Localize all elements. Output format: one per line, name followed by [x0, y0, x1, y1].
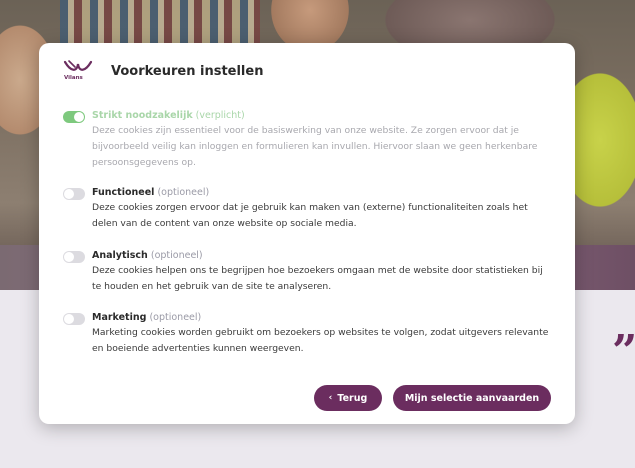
- toggle-knob: [64, 314, 74, 324]
- toggle-knob: [64, 189, 74, 199]
- option-heading: Functioneel (optioneel): [92, 186, 552, 199]
- option-tag: (verplicht): [196, 110, 245, 121]
- option-name: Strikt noodzakelijk: [92, 110, 193, 121]
- toggle-marketing[interactable]: [63, 313, 85, 325]
- back-button-label: Terug: [337, 393, 367, 404]
- toggle-analytical[interactable]: [63, 251, 85, 263]
- dialog-title: Voorkeuren instellen: [111, 64, 263, 79]
- option-name: Marketing: [92, 312, 146, 323]
- background-quote-mark: ”: [612, 330, 635, 374]
- option-heading: Strikt noodzakelijk (verplicht): [92, 109, 552, 122]
- option-description: Deze cookies helpen ons te begrijpen hoe…: [92, 263, 552, 295]
- accept-button-label: Mijn selectie aanvaarden: [405, 393, 539, 404]
- back-button[interactable]: ‹ Terug: [314, 385, 382, 411]
- option-description: Deze cookies zorgen ervoor dat je gebrui…: [92, 200, 552, 232]
- option-tag: (optioneel): [149, 312, 201, 323]
- cookie-preferences-dialog: Vilans Voorkeuren instellen Strikt noodz…: [39, 43, 575, 424]
- option-text: Strikt noodzakelijk (verplicht) Deze coo…: [92, 109, 552, 171]
- toggle-knob: [64, 252, 74, 262]
- option-name: Functioneel: [92, 187, 154, 198]
- vilans-logo: Vilans: [63, 58, 93, 84]
- option-name: Analytisch: [92, 250, 148, 261]
- toggle-knob: [74, 112, 84, 122]
- option-heading: Marketing (optioneel): [92, 311, 552, 324]
- option-text: Analytisch (optioneel) Deze cookies help…: [92, 249, 552, 295]
- dialog-header: Vilans Voorkeuren instellen: [63, 58, 263, 84]
- option-description: Deze cookies zijn essentieel voor de bas…: [92, 123, 552, 171]
- toggle-functional[interactable]: [63, 188, 85, 200]
- logo-text: Vilans: [64, 75, 83, 81]
- accept-selection-button[interactable]: Mijn selectie aanvaarden: [393, 385, 551, 411]
- option-text: Marketing (optioneel) Marketing cookies …: [92, 311, 552, 357]
- option-tag: (optioneel): [151, 250, 203, 261]
- option-heading: Analytisch (optioneel): [92, 249, 552, 262]
- option-tag: (optioneel): [157, 187, 209, 198]
- option-text: Functioneel (optioneel) Deze cookies zor…: [92, 186, 552, 232]
- option-description: Marketing cookies worden gebruikt om bez…: [92, 325, 552, 357]
- toggle-strictly-necessary: [63, 111, 85, 123]
- chevron-left-icon: ‹: [329, 393, 333, 403]
